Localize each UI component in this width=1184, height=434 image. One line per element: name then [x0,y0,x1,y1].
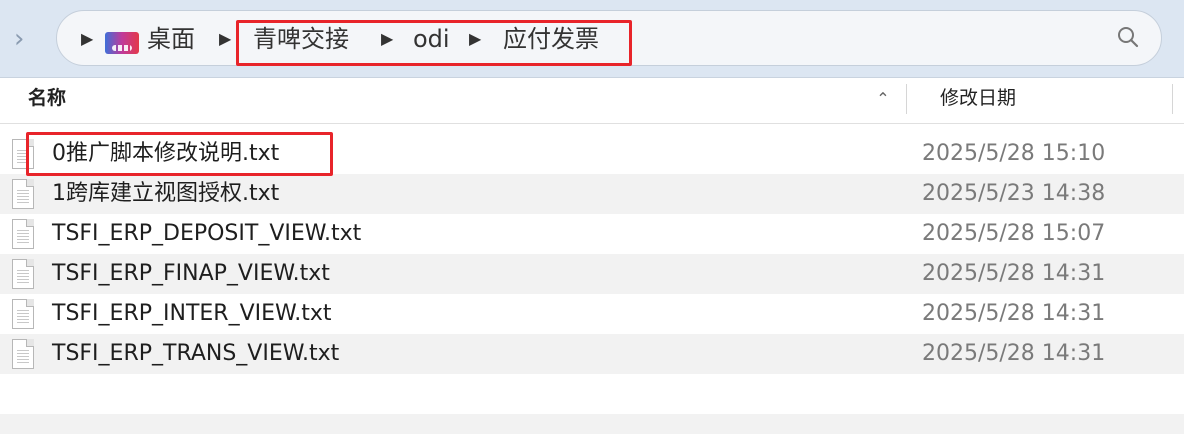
file-date: 2025/5/23 14:38 [922,181,1106,206]
sort-ascending-icon[interactable]: ⌃ [872,88,894,110]
search-icon[interactable] [1116,25,1140,49]
text-file-icon [12,219,34,249]
file-name: TSFI_ERP_DEPOSIT_VIEW.txt [52,221,362,246]
column-divider[interactable] [906,84,907,114]
back-chevron-icon[interactable]: › [14,24,38,54]
breadcrumb-separator-icon: ▶ [219,29,232,48]
colorful-folder-icon [105,32,139,54]
list-item[interactable]: TSFI_ERP_FINAP_VIEW.txt 2025/5/28 14:31 [0,254,1184,294]
column-header-name[interactable]: 名称 [28,78,66,124]
file-name: TSFI_ERP_FINAP_VIEW.txt [52,261,330,286]
list-item[interactable]: TSFI_ERP_DEPOSIT_VIEW.txt 2025/5/28 15:0… [0,214,1184,254]
file-date: 2025/5/28 14:31 [922,261,1106,286]
text-file-icon [12,339,34,369]
file-highlight-annotation [26,132,333,176]
file-name: TSFI_ERP_INTER_VIEW.txt [52,301,332,326]
file-date: 2025/5/28 14:31 [922,301,1106,326]
column-divider[interactable] [1172,84,1173,114]
empty-row [0,414,1184,434]
path-bar: › ▶ 桌面 ▶ 青啤交接 ▶ odi ▶ 应付发票 [0,0,1184,78]
breadcrumb-separator-icon: ▶ [81,29,94,48]
list-item[interactable]: TSFI_ERP_TRANS_VIEW.txt 2025/5/28 14:31 [0,334,1184,374]
column-header: 名称 ⌃ 修改日期 [0,78,1184,124]
list-item[interactable]: 1跨库建立视图授权.txt 2025/5/23 14:38 [0,174,1184,214]
file-date: 2025/5/28 14:31 [922,341,1106,366]
file-name: TSFI_ERP_TRANS_VIEW.txt [52,341,340,366]
file-name: 1跨库建立视图授权.txt [52,181,280,206]
file-date: 2025/5/28 15:10 [922,141,1106,166]
path-highlight-annotation [236,20,632,66]
list-item[interactable]: TSFI_ERP_INTER_VIEW.txt 2025/5/28 14:31 [0,294,1184,334]
text-file-icon [12,299,34,329]
text-file-icon [12,259,34,289]
column-header-date[interactable]: 修改日期 [940,78,1016,124]
text-file-icon [12,179,34,209]
breadcrumb-item-desktop[interactable]: 桌面 [147,11,195,67]
file-date: 2025/5/28 15:07 [922,221,1106,246]
